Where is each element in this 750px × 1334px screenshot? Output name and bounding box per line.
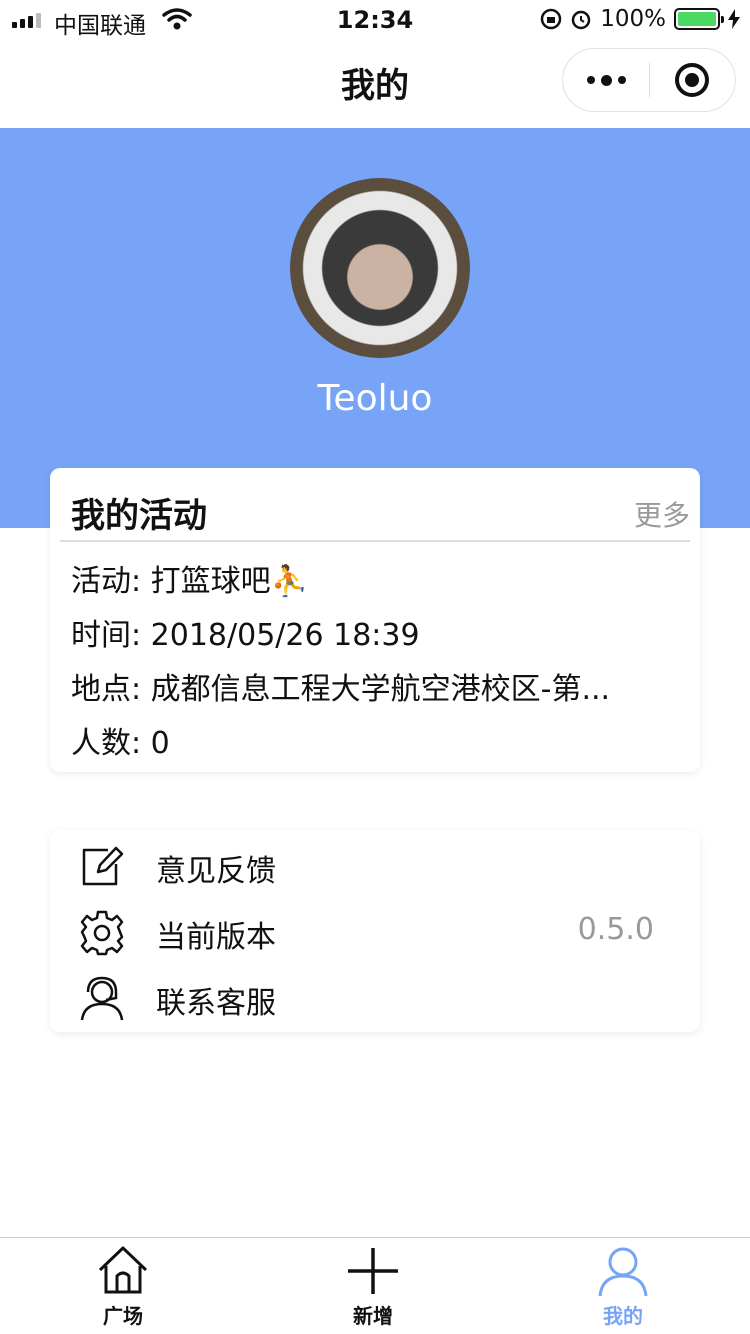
more-button[interactable] xyxy=(563,49,649,111)
user-icon xyxy=(598,1247,648,1297)
tab-mine[interactable]: 我的 xyxy=(548,1238,698,1334)
activity-count-key: 人数: xyxy=(71,726,142,761)
charging-icon xyxy=(728,9,740,29)
activity-count-row: 人数: 0 xyxy=(71,718,170,762)
activity-location-key: 地点: xyxy=(71,672,142,707)
headset-icon xyxy=(80,976,124,1021)
menu-item-label: 联系客服 xyxy=(156,986,276,1021)
plus-icon xyxy=(348,1248,398,1294)
home-icon xyxy=(98,1246,148,1294)
activity-count-value: 0 xyxy=(150,726,170,761)
menu-item-feedback[interactable]: 意见反馈 xyxy=(50,832,700,898)
rotation-lock-icon xyxy=(540,8,562,30)
close-miniprogram-button[interactable] xyxy=(675,63,709,97)
status-bar: 中国联通 12:34 100% xyxy=(0,0,750,40)
tab-label: 广场 xyxy=(103,1304,143,1328)
activity-name-row: 活动: 打篮球吧⛹ xyxy=(71,556,308,600)
my-activity-card: 我的活动 更多 活动: 打篮球吧⛹ 时间: 2018/05/26 18:39 地… xyxy=(50,468,700,772)
username: Teoluo xyxy=(317,378,433,419)
edit-icon xyxy=(82,846,124,886)
nav-bar: 我的 xyxy=(0,40,750,128)
battery-percent: 100% xyxy=(600,6,666,32)
tab-add[interactable]: 新增 xyxy=(298,1238,448,1334)
battery-icon xyxy=(674,8,724,30)
menu-item-customer-service[interactable]: 联系客服 xyxy=(50,964,700,1030)
tab-bar: 广场 新增 我的 xyxy=(0,1237,750,1334)
more-link[interactable]: 更多 xyxy=(634,494,690,534)
avatar[interactable] xyxy=(290,178,470,358)
tab-label: 新增 xyxy=(353,1304,393,1328)
activity-location-row: 地点: 成都信息工程大学航空港校区-第... xyxy=(71,664,610,708)
activity-time-value: 2018/05/26 18:39 xyxy=(150,618,420,653)
alarm-icon xyxy=(571,10,591,30)
miniprogram-capsule xyxy=(562,48,736,112)
menu-item-label: 当前版本 xyxy=(156,920,276,955)
menu-item-label: 意见反馈 xyxy=(156,854,276,889)
settings-menu-card: 意见反馈 当前版本 0.5.0 联系客服 xyxy=(50,830,700,1032)
activity-name-key: 活动: xyxy=(71,564,142,599)
activity-time-key: 时间: xyxy=(71,618,142,653)
capsule-divider xyxy=(649,63,650,97)
version-number: 0.5.0 xyxy=(577,912,654,947)
activity-time-row: 时间: 2018/05/26 18:39 xyxy=(71,610,420,654)
tab-label: 我的 xyxy=(603,1304,643,1328)
tab-square[interactable]: 广场 xyxy=(48,1238,198,1334)
activity-location-value: 成都信息工程大学航空港校区-第... xyxy=(150,672,611,707)
divider xyxy=(60,540,690,542)
gear-icon xyxy=(80,910,124,956)
activity-card-title: 我的活动 xyxy=(71,496,207,536)
menu-item-version[interactable]: 当前版本 0.5.0 xyxy=(50,898,700,964)
activity-name-value: 打篮球吧⛹ xyxy=(150,564,309,599)
